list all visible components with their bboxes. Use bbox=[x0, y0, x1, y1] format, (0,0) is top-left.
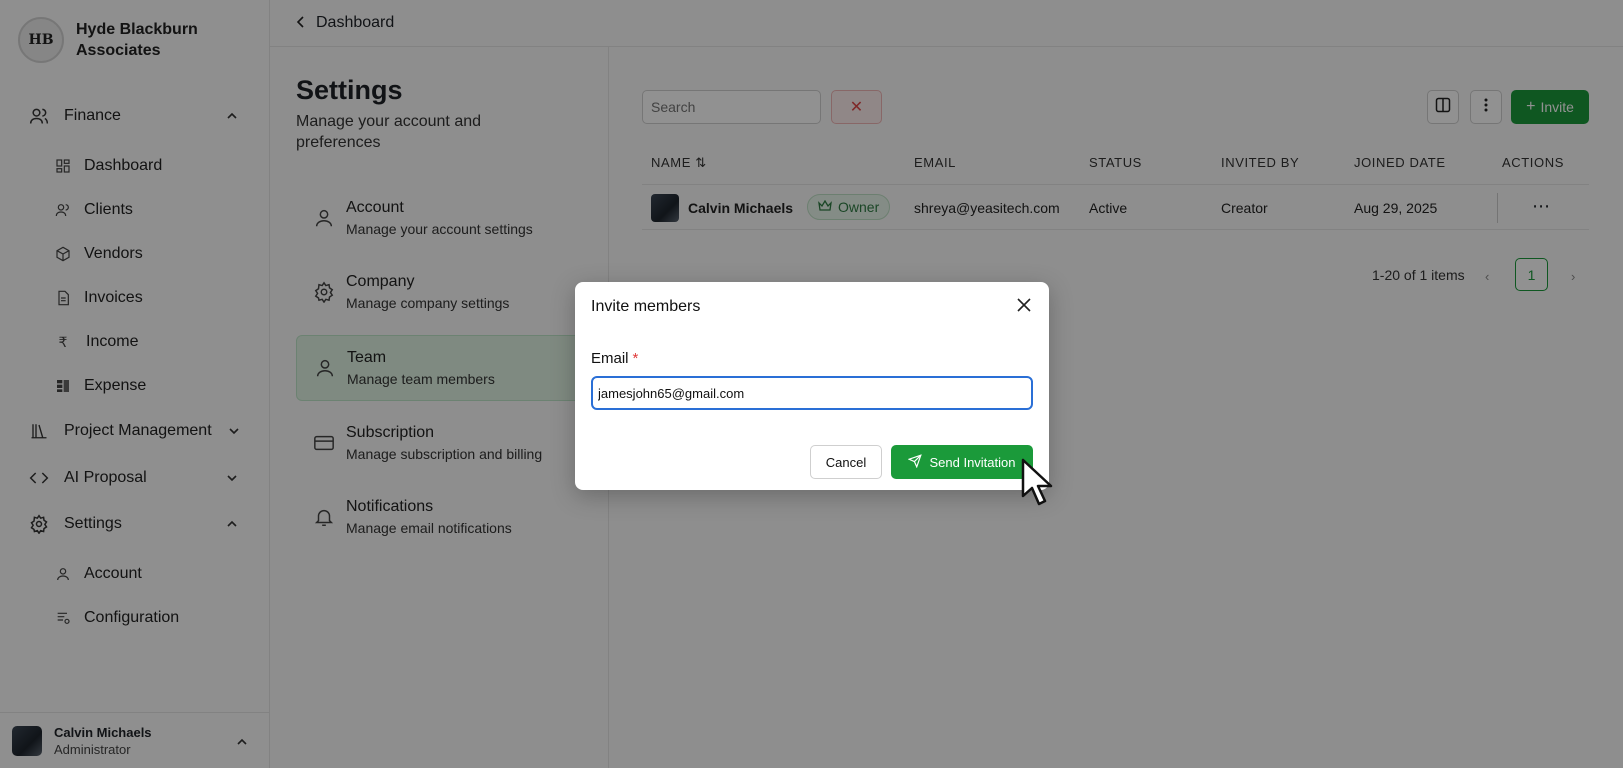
close-icon bbox=[1017, 297, 1031, 317]
close-button[interactable] bbox=[1013, 296, 1035, 318]
cancel-button[interactable]: Cancel bbox=[810, 445, 882, 479]
email-label: Email * bbox=[591, 350, 639, 367]
required-mark: * bbox=[632, 350, 639, 367]
send-icon bbox=[908, 453, 923, 471]
send-invitation-button[interactable]: Send Invitation bbox=[891, 445, 1033, 479]
email-field[interactable] bbox=[591, 376, 1033, 410]
mouse-cursor-icon bbox=[1021, 458, 1057, 515]
invite-members-dialog: Invite members Email* Cancel Send Invita… bbox=[575, 282, 1049, 490]
dialog-title: Invite members bbox=[591, 298, 701, 315]
